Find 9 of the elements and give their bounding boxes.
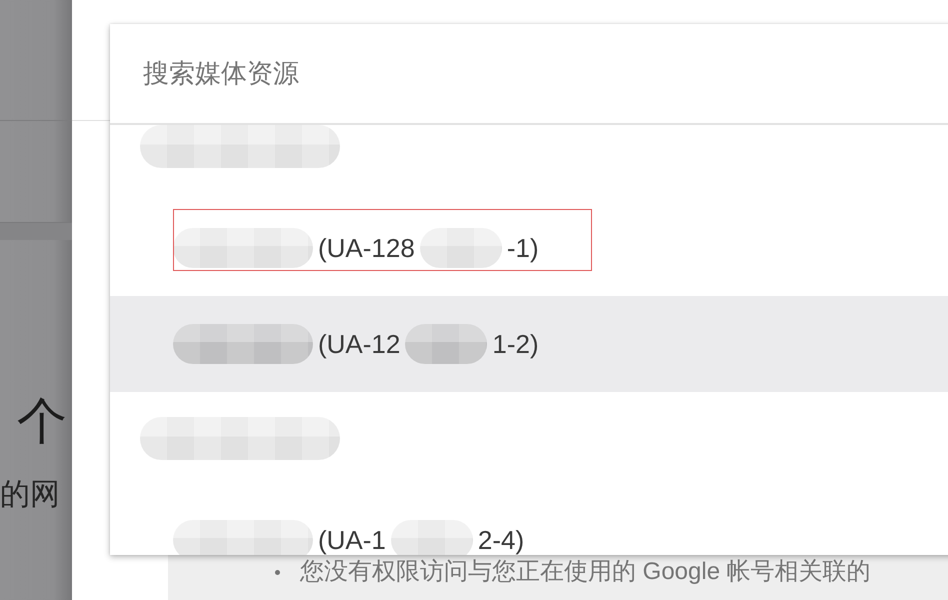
page-subheading: 的网 [0, 480, 61, 510]
bullet-icon [275, 570, 280, 574]
header-strip [0, 222, 72, 240]
search-field[interactable]: 搜索媒体资源 [110, 24, 948, 125]
property-option[interactable]: (UA-1 2-4) [110, 492, 948, 555]
page-heading: 个 [16, 396, 68, 446]
property-option[interactable]: (UA-128 -1) [110, 200, 948, 296]
notice-text: 您没有权限访问与您正在使用的 Google 帐号相关联的 [300, 558, 871, 586]
property-option[interactable]: (UA-12 1-2) [110, 296, 948, 392]
